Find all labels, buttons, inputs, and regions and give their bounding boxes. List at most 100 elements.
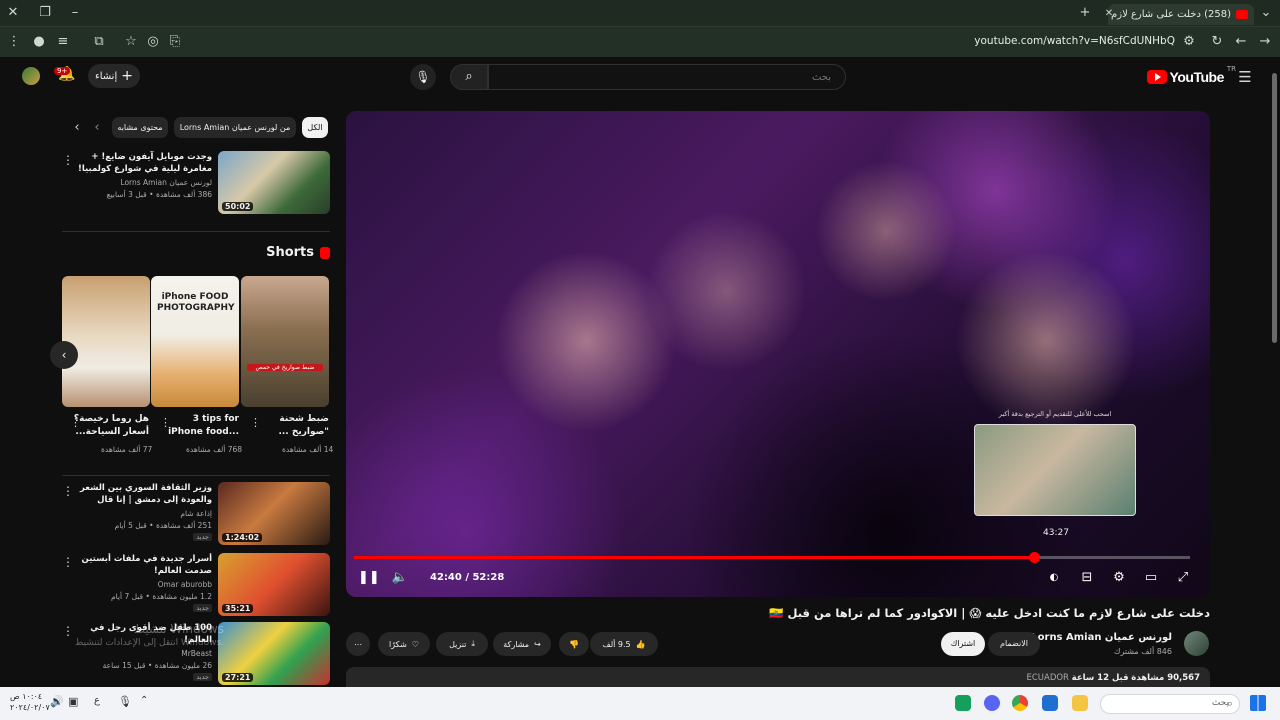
video-channel[interactable]: Omar aburobb [158,580,212,589]
network-tray-icon[interactable]: ▣ [68,695,84,711]
reading-list-icon[interactable]: ≡ [54,33,72,51]
subscribe-button[interactable]: اشتراك [941,632,985,656]
url-field[interactable]: youtube.com/watch?v=N6sfCdUNHbQ [974,35,1175,47]
browser-tab-active[interactable]: (258) دخلت على شارع لازم ... [1108,4,1254,25]
chips-scroll-right-icon[interactable]: ‹ [88,119,106,137]
store-taskbar-icon[interactable] [1042,695,1058,711]
join-button[interactable]: الانضمام [988,632,1040,656]
profile-icon[interactable]: ● [30,33,48,51]
dislike-button[interactable]: 👎 [559,632,589,656]
search-input[interactable] [489,65,845,89]
input-language[interactable]: ع [94,695,110,711]
current-time: 42:40 [430,572,462,583]
voice-search-button[interactable]: 🎙 [410,64,436,90]
windows-search[interactable]: بحث ⌕ [1100,694,1240,714]
file-explorer-icon[interactable] [1072,695,1088,711]
subtitles-icon[interactable]: ⊟ [1078,569,1096,587]
search-box[interactable] [488,64,846,90]
more-actions-icon[interactable]: ⋮ [62,555,74,569]
new-tab-icon[interactable]: + [1076,4,1094,22]
channel-avatar[interactable] [1184,631,1209,656]
extensions-icon[interactable]: ⧉ [90,33,108,51]
video-channel[interactable]: إذاعة شام [180,509,212,518]
related-video[interactable]: 1:24:02 وزير الثقافة السوري بين الشعر وا… [62,482,330,546]
video-meta: 251 ألف مشاهدة • قبل 5 أيام [114,521,212,530]
autoplay-toggle-icon[interactable]: ◐ [1044,569,1064,587]
short-item[interactable]: ضبط صواريخ في حمص [241,276,329,407]
microphone-tray-icon[interactable]: 🎙 [118,695,134,711]
chrome-taskbar-icon[interactable] [1012,695,1028,711]
more-actions-icon[interactable]: ⋮ [250,416,261,429]
chrome-menu-icon[interactable]: ⋮ [5,33,23,51]
video-title[interactable]: وزير الثقافة السوري بين الشعر والعودة إل… [74,482,212,506]
short-title[interactable]: هل روما رخيصة؟ أسعار السياحة... [73,413,149,439]
short-item[interactable] [62,276,150,407]
chip-all[interactable]: الكل [302,117,328,138]
create-button[interactable]: إنشاء + [88,64,140,88]
video-title[interactable]: وجدت موبايل آيفون ضايع! + مغامرة ليلية ف… [74,151,212,175]
share-label: مشاركة [503,639,530,649]
close-window-icon[interactable]: ✕ [4,4,22,22]
related-video[interactable]: 35:21 أسرار جديدة في ملفات أبستين صدمت ا… [62,553,330,617]
video-title[interactable]: أسرار جديدة في ملفات أبستين صدمت العالم! [74,553,212,577]
theater-mode-icon[interactable]: ▭ [1142,569,1160,587]
video-player[interactable] [346,111,1210,597]
volume-icon[interactable]: 🔈 [391,569,409,587]
channel-name[interactable]: لورنس عميان Lorns Amian [1031,632,1172,643]
video-channel[interactable]: MrBeast [181,649,212,658]
seek-preview-time: 43:27 [1043,528,1069,538]
scrollbar-thumb[interactable] [1272,73,1277,343]
restore-window-icon[interactable]: ❐ [36,4,54,22]
reload-icon[interactable]: ↻ [1208,33,1226,51]
app-icon-discord[interactable] [984,695,1000,711]
short-title[interactable]: 3 tips for iPhone food... [163,413,239,439]
thanks-button[interactable]: ♡ شكرًا [378,632,430,656]
video-thumbnail[interactable]: 50:02 [218,151,330,214]
short-item[interactable]: iPhone FOOD PHOTOGRAPHY [151,276,239,407]
video-thumbnail[interactable]: 35:21 [218,553,330,616]
youtube-logo[interactable]: YouTube TR [1146,65,1236,85]
page-scrollbar[interactable] [1271,60,1278,686]
app-icon-green[interactable] [955,695,971,711]
search-button[interactable]: ⌕ [450,64,488,90]
like-button[interactable]: 👍 9.5 ألف [590,632,658,656]
tray-overflow-icon[interactable]: ⌃ [140,695,156,711]
short-title[interactable]: ضبط شحنة "صواريخ ... [253,413,329,439]
share-button[interactable]: ↪ مشاركة [493,632,551,656]
minimize-window-icon[interactable]: – [66,4,84,22]
back-icon[interactable]: → [1256,33,1274,51]
install-app-icon[interactable]: ⎘ [166,33,184,51]
settings-gear-icon[interactable]: ⚙ [1110,569,1128,587]
more-actions-icon[interactable]: ⋮ [62,153,74,167]
tab-close-icon[interactable]: ✕ [1100,5,1118,23]
taskbar-clock[interactable]: ١٠:٠٤ ص ٢٠٢٤/٠٢/٠٧ [10,691,50,713]
video-thumbnail[interactable]: 27:21 [218,622,330,685]
tab-search-icon[interactable]: ⌄ [1257,4,1275,22]
chips-scroll-left-icon[interactable]: ‹ [68,119,86,137]
hamburger-menu-icon[interactable]: ☰ [1236,68,1254,86]
windows-start-icon[interactable] [1250,695,1266,711]
chip-related[interactable]: محتوى مشابه [112,117,168,138]
more-actions-button[interactable]: ⋯ [346,632,370,656]
video-thumbnail[interactable]: 1:24:02 [218,482,330,545]
eye-off-icon[interactable]: ◎ [144,33,162,51]
fullscreen-icon[interactable]: ⤢ [1174,569,1192,587]
more-actions-icon[interactable]: ⋮ [160,416,171,429]
more-actions-icon[interactable]: ⋮ [62,484,74,498]
shorts-previous-button[interactable]: ‹ [50,341,78,369]
volume-tray-icon[interactable]: 🔊 [50,695,66,711]
download-button[interactable]: ⤓ تنزيل [436,632,488,656]
more-actions-icon[interactable]: ⋮ [70,416,81,429]
account-avatar[interactable] [22,67,40,85]
progress-scrubber[interactable] [1028,552,1040,563]
hashtag[interactable]: ECUADOR [1026,673,1068,683]
video-channel[interactable]: لورنس عميان Lorns Amian [120,178,212,187]
site-settings-icon[interactable]: ⚙ [1180,33,1198,51]
description-box[interactable]: 90,567 مشاهدة قبل 12 ساعة ECUADOR [346,667,1210,689]
related-video-top[interactable]: 50:02 وجدت موبايل آيفون ضايع! + مغامرة ل… [62,151,330,215]
chip-from-channel[interactable]: من لورنس عميان Lorns Amian [174,117,296,138]
forward-icon[interactable]: ← [1232,33,1250,51]
bookmark-star-icon[interactable]: ☆ [122,33,140,51]
view-count: 90,567 مشاهدة [1131,673,1200,683]
pause-icon[interactable]: ❚❚ [358,569,380,587]
